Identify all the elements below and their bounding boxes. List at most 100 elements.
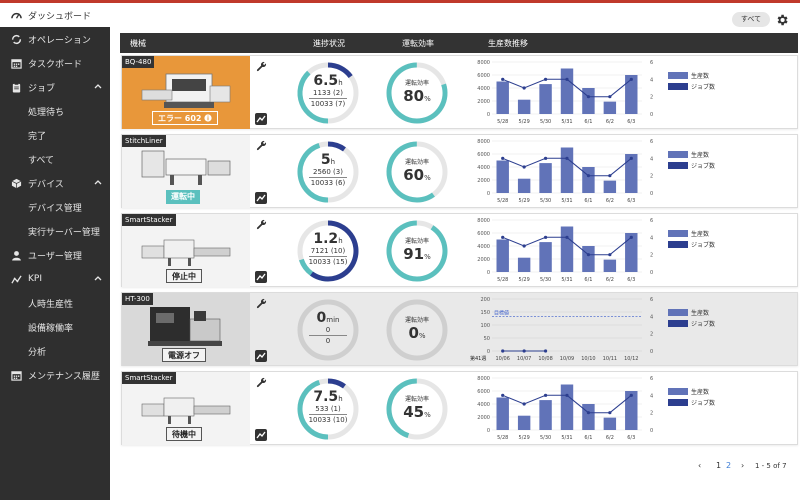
calendar-icon xyxy=(10,369,22,381)
sidebar-item-10[interactable]: ユーザー管理 xyxy=(0,243,110,267)
y-tick-label: 50 xyxy=(484,336,490,342)
y-tick-label: 6000 xyxy=(477,231,490,237)
chart-point xyxy=(565,77,569,81)
trend-chart-icon[interactable] xyxy=(255,350,267,362)
sidebar-item-label: 実行サーバー管理 xyxy=(28,227,100,238)
device-card[interactable]: BQ-480 エラー 602 xyxy=(122,56,250,129)
x-tick-label: 10/08 xyxy=(538,356,552,362)
wrench-icon[interactable] xyxy=(256,377,267,388)
device-row: StitchLiner 運転中 5h 2560 (3) 10033 (6) 運転効率 60%… xyxy=(121,134,798,208)
progress-line2: 0 xyxy=(325,337,331,345)
chart-point xyxy=(543,393,548,397)
efficiency-value: 91% xyxy=(403,245,431,263)
chart-bar xyxy=(603,259,617,272)
y-tick-label: 200 xyxy=(480,297,490,303)
chevron-up-icon[interactable] xyxy=(94,274,102,282)
wrench-icon[interactable] xyxy=(256,219,267,230)
chart-bar xyxy=(560,147,574,193)
status-badge: 電源オフ xyxy=(162,348,206,362)
sidebar-item-9[interactable]: 実行サーバー管理 xyxy=(0,219,110,243)
wrench-icon[interactable] xyxy=(256,61,267,72)
y-tick-label: 4000 xyxy=(477,244,490,250)
filter-all-button[interactable]: すべて xyxy=(732,12,770,27)
chevron-up-icon[interactable] xyxy=(94,82,102,90)
chart-point xyxy=(522,86,526,90)
wrench-icon[interactable] xyxy=(256,140,267,151)
y-tick-label: 6000 xyxy=(477,152,490,158)
sidebar-item-11[interactable]: KPI xyxy=(0,267,110,291)
efficiency-readout: 運転効率 80% xyxy=(385,78,449,105)
device-name: SmartStacker xyxy=(122,214,176,226)
status-text: 電源オフ xyxy=(168,351,200,360)
device-card[interactable]: HT-300 電源オフ xyxy=(122,293,250,366)
progress-value: 6.5h xyxy=(313,73,343,89)
x-tick-label: 6/3 xyxy=(627,435,635,441)
page-2-link[interactable]: 2 xyxy=(726,461,731,470)
wrench-icon[interactable] xyxy=(256,298,267,309)
y2-tick-label: 0 xyxy=(650,428,653,434)
sidebar-item-6[interactable]: すべて xyxy=(0,147,110,171)
x-tick-label: 10/12 xyxy=(624,356,638,362)
chart-bar xyxy=(496,160,509,193)
sidebar-item-label: 処理待ち xyxy=(28,107,65,118)
y2-tick-label: 6 xyxy=(650,139,653,145)
sidebar: ダッシュボードオペレーションタスクボード ジョブ処理待ち完了 すべて デバイス デバイス… xyxy=(0,3,110,500)
sidebar-item-15[interactable]: メンテナンス履歴 xyxy=(0,363,110,387)
trend-chart-icon[interactable] xyxy=(255,271,267,283)
device-card[interactable]: SmartStacker 停止中 xyxy=(122,214,250,287)
sidebar-item-label: オペレーション xyxy=(28,35,91,46)
chart-point xyxy=(543,349,548,353)
efficiency-readout: 運転効率 45% xyxy=(385,394,449,421)
sidebar-item-2[interactable]: タスクボード xyxy=(0,51,110,75)
x-tick-label: 6/2 xyxy=(606,277,614,283)
sidebar-item-8[interactable]: デバイス管理 xyxy=(0,195,110,219)
cube-icon xyxy=(10,177,22,189)
gear-icon[interactable] xyxy=(775,13,789,27)
status-badge: 運転中 xyxy=(166,190,200,204)
header-efficiency: 運転効率 xyxy=(402,39,434,48)
y-tick-label: 0 xyxy=(487,349,490,355)
page-1-link[interactable]: 1 xyxy=(716,461,721,470)
sidebar-item-7[interactable]: デバイス xyxy=(0,171,110,195)
chart-legend: 生産数 ジョブ数 xyxy=(668,228,715,250)
sidebar-item-0[interactable]: ダッシュボード xyxy=(0,3,110,27)
y2-tick-label: 0 xyxy=(650,112,653,118)
y-tick-label: 8000 xyxy=(477,218,490,224)
sidebar-item-1[interactable]: オペレーション xyxy=(0,27,110,51)
prev-page-button[interactable]: ‹ xyxy=(698,461,701,470)
y-tick-label: 2000 xyxy=(477,415,490,421)
sidebar-item-13[interactable]: 設備稼働率 xyxy=(0,315,110,339)
sidebar-item-14[interactable]: 分析 xyxy=(0,339,110,363)
sidebar-item-12[interactable]: 人時生産性 xyxy=(0,291,110,315)
device-card[interactable]: SmartStacker 待機中 xyxy=(122,372,250,445)
device-name: HT-300 xyxy=(122,293,153,305)
device-card[interactable]: StitchLiner 運転中 xyxy=(122,135,250,208)
chart-bar xyxy=(582,404,595,430)
status-text: エラー 602 xyxy=(158,114,202,123)
chart-point xyxy=(629,393,633,397)
sidebar-item-5[interactable]: 完了 xyxy=(0,123,110,147)
table-header: 機械 進捗状況 運転効率 生産数推移 xyxy=(120,33,798,53)
chevron-up-icon[interactable] xyxy=(94,178,102,186)
sidebar-item-4[interactable]: 処理待ち xyxy=(0,99,110,123)
chart-bar xyxy=(517,415,531,430)
info-icon[interactable] xyxy=(204,114,212,122)
chart-point xyxy=(501,235,505,239)
chart-point xyxy=(501,77,505,81)
efficiency-value: 60% xyxy=(403,166,431,184)
progress-value: 0min xyxy=(316,310,340,326)
y2-tick-label: 4 xyxy=(650,77,653,83)
y2-tick-label: 4 xyxy=(650,156,653,162)
trend-chart-icon[interactable] xyxy=(255,192,267,204)
sidebar-item-3[interactable]: ジョブ xyxy=(0,75,110,99)
next-page-button[interactable]: › xyxy=(741,461,744,470)
efficiency-value: 0% xyxy=(408,324,426,342)
trend-chart-icon[interactable] xyxy=(255,113,267,125)
trend-chart-icon[interactable] xyxy=(255,429,267,441)
legend-item-jobs: ジョブ数 xyxy=(668,318,715,329)
device-row: SmartStacker 停止中 1.2h 7121 (10) 10033 (15) 運転… xyxy=(121,213,798,287)
chart-bar xyxy=(539,400,552,430)
x-tick-label: 10/07 xyxy=(517,356,531,362)
efficiency-readout: 運転効率 91% xyxy=(385,236,449,263)
y-tick-label: 2000 xyxy=(477,257,490,263)
